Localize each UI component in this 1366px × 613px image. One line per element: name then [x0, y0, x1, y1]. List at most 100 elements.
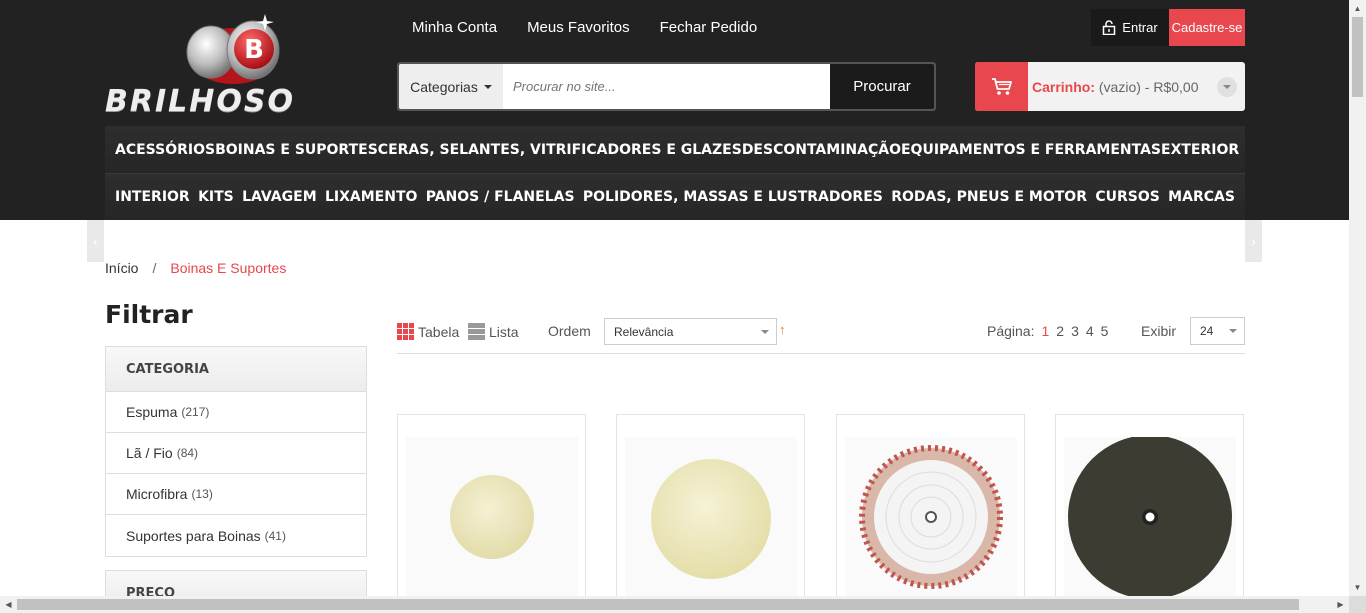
brand-logo[interactable]: B BRILHOSO — [105, 12, 370, 119]
search-bar: Categorias Procurar — [397, 62, 936, 111]
cart-icon — [991, 77, 1012, 95]
wool-pad-icon — [859, 445, 1003, 589]
horizontal-scroll-thumb[interactable] — [17, 599, 1299, 610]
nav-item-polidores[interactable]: POLIDORES, MASSAS E LUSTRADORES — [583, 189, 883, 205]
nav-item-panos-flanelas[interactable]: PANOS / FLANELAS — [426, 189, 575, 205]
page-link-3[interactable]: 3 — [1071, 323, 1079, 339]
product-image[interactable] — [1064, 437, 1236, 597]
product-image[interactable] — [845, 437, 1017, 597]
svg-text:B: B — [244, 35, 264, 65]
page-label: Página: — [987, 323, 1035, 339]
brand-name: BRILHOSO — [105, 84, 295, 119]
search-input[interactable] — [503, 64, 830, 109]
scroll-up-icon[interactable]: ▲ — [1349, 0, 1366, 17]
toolbar-divider — [397, 353, 1245, 354]
nav-row-2: INTERIOR KITS LAVAGEM LIXAMENTO PANOS / … — [105, 173, 1245, 220]
nav-item-rodas-pneus[interactable]: RODAS, PNEUS E MOTOR — [891, 189, 1087, 205]
category-filter-heading[interactable]: CATEGORIA — [106, 347, 366, 392]
per-page-select[interactable]: 24 — [1190, 317, 1245, 345]
list-view-toggle[interactable]: Lista — [468, 323, 519, 340]
filter-title: Filtrar — [105, 300, 193, 329]
grid-icon — [397, 323, 414, 340]
filter-item-count: (41) — [264, 528, 286, 543]
breadcrumb-home[interactable]: Início — [105, 260, 138, 276]
filter-item-suportes[interactable]: Suportes para Boinas (41) — [106, 515, 366, 556]
breadcrumb: Início / Boinas E Suportes — [105, 260, 286, 276]
vertical-scroll-thumb[interactable] — [1352, 17, 1363, 97]
chevron-left-icon: ‹ — [93, 233, 98, 249]
cart-label: Carrinho: — [1032, 78, 1095, 95]
page-link-2[interactable]: 2 — [1056, 323, 1064, 339]
caret-down-icon — [1229, 329, 1237, 333]
nav-item-cursos[interactable]: CURSOS — [1095, 189, 1160, 205]
order-label: Ordem — [548, 323, 591, 339]
nav-item-acessorios[interactable]: ACESSÓRIOS — [115, 142, 215, 158]
nav-item-lixamento[interactable]: LIXAMENTO — [325, 189, 417, 205]
nav-item-marcas[interactable]: MARCAS — [1168, 189, 1235, 205]
filter-item-label: Suportes para Boinas — [126, 527, 261, 544]
nav-item-interior[interactable]: INTERIOR — [115, 189, 190, 205]
grid-view-label: Tabela — [418, 323, 460, 340]
product-image[interactable] — [625, 437, 797, 597]
grid-view-toggle[interactable]: Tabela — [397, 323, 459, 340]
filter-item-label: Espuma — [126, 404, 178, 420]
breadcrumb-separator: / — [152, 260, 157, 276]
category-filter: CATEGORIA Espuma (217) Lã / Fio (84) Micro… — [105, 346, 367, 557]
filter-item-label: Microfibra — [126, 486, 188, 502]
page-link-1[interactable]: 1 — [1041, 323, 1049, 339]
nav-item-lavagem[interactable]: LAVAGEM — [242, 189, 317, 205]
show-label: Exibir — [1141, 323, 1177, 339]
foam-pad-icon — [450, 475, 534, 559]
filter-item-microfibra[interactable]: Microfibra (13) — [106, 474, 366, 515]
chevron-right-icon: › — [1251, 233, 1256, 249]
nav-item-equipamentos[interactable]: EQUIPAMENTOS E FERRAMENTAS — [901, 142, 1161, 158]
nav-row-1: ACESSÓRIOS BOINAS E SUPORTES CERAS, SELA… — [105, 126, 1245, 173]
category-dropdown[interactable]: Categorias — [399, 64, 503, 109]
page-link-5[interactable]: 5 — [1101, 323, 1109, 339]
nav-item-ceras-selantes[interactable]: CERAS, SELANTES, VITRIFICADORES E GLAZES — [378, 142, 742, 158]
slider-prev-button[interactable]: ‹ — [87, 220, 104, 262]
order-select-value: Relevância — [614, 324, 674, 339]
scroll-down-icon[interactable]: ▼ — [1349, 579, 1366, 596]
search-button[interactable]: Procurar — [830, 64, 934, 109]
nav-item-boinas-e-suportes[interactable]: BOINAS E SUPORTES — [215, 142, 378, 158]
scroll-left-icon[interactable]: ◀ — [0, 596, 17, 613]
cart-dropdown-toggle[interactable] — [1217, 77, 1237, 97]
filter-item-la-fio[interactable]: Lã / Fio (84) — [106, 433, 366, 474]
scroll-right-icon[interactable]: ▶ — [1332, 596, 1349, 613]
favorites-link[interactable]: Meus Favoritos — [527, 19, 630, 36]
filter-item-count: (13) — [191, 487, 213, 501]
page: B BRILHOSO Minha Conta Meus Favoritos Fe… — [0, 0, 1366, 613]
foam-pad-icon — [1068, 437, 1232, 597]
filter-item-count: (84) — [176, 446, 199, 460]
nav-item-kits[interactable]: KITS — [198, 189, 234, 205]
list-icon — [468, 323, 485, 340]
order-select[interactable]: Relevância — [604, 318, 777, 345]
login-button[interactable]: Entrar — [1091, 9, 1169, 46]
filter-item-label: Lã / Fio — [126, 445, 173, 461]
register-button[interactable]: Cadastre-se — [1169, 9, 1245, 46]
horizontal-scrollbar[interactable]: ◀ ▶ — [0, 596, 1349, 613]
product-card[interactable] — [616, 414, 805, 604]
per-page-value: 24 — [1200, 324, 1214, 338]
page-link-4[interactable]: 4 — [1086, 323, 1094, 339]
main-navigation: ACESSÓRIOS BOINAS E SUPORTES CERAS, SELA… — [105, 126, 1245, 220]
product-card[interactable] — [836, 414, 1025, 604]
sort-direction-icon[interactable]: ↑ — [779, 322, 786, 337]
vertical-scrollbar[interactable]: ▲ ▼ — [1349, 0, 1366, 596]
checkout-link[interactable]: Fechar Pedido — [660, 19, 758, 36]
product-card[interactable] — [1055, 414, 1244, 604]
site-header: B BRILHOSO Minha Conta Meus Favoritos Fe… — [0, 0, 1349, 220]
my-account-link[interactable]: Minha Conta — [412, 19, 497, 36]
top-links: Minha Conta Meus Favoritos Fechar Pedido — [412, 19, 757, 36]
cart-widget[interactable]: Carrinho: (vazio) - R$0,00 — [975, 62, 1245, 111]
product-image[interactable] — [406, 437, 578, 597]
slider-next-button[interactable]: › — [1245, 220, 1262, 262]
caret-down-icon — [483, 84, 492, 89]
login-label: Entrar — [1122, 20, 1158, 35]
breadcrumb-current[interactable]: Boinas E Suportes — [170, 260, 286, 276]
nav-item-exterior[interactable]: EXTERIOR — [1161, 142, 1239, 158]
product-card[interactable] — [397, 414, 586, 604]
nav-item-descontaminacao[interactable]: DESCONTAMINAÇÃO — [742, 142, 901, 158]
filter-item-espuma[interactable]: Espuma (217) — [106, 392, 366, 433]
